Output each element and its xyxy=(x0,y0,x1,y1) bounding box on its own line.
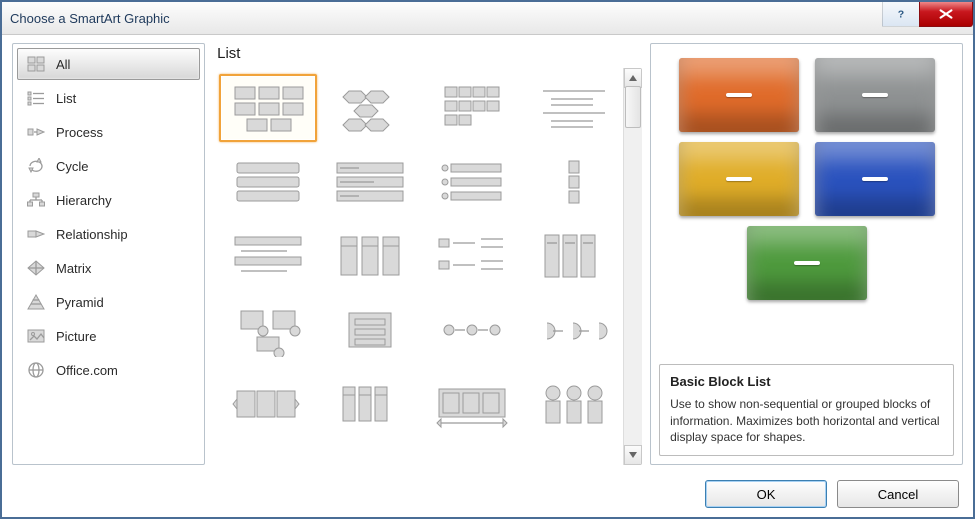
category-label: List xyxy=(56,91,76,106)
category-relationship[interactable]: Relationship xyxy=(17,218,200,250)
cancel-button[interactable]: Cancel xyxy=(837,480,959,508)
thumb-horizontal-bullet-list[interactable] xyxy=(219,222,317,290)
scroll-up-button[interactable] xyxy=(624,68,642,88)
gallery-scrollbar xyxy=(623,68,642,465)
category-label: Pyramid xyxy=(56,295,104,310)
dialog-body: All List Process Cycle xyxy=(2,35,973,517)
cycle-icon xyxy=(26,157,46,175)
preview-block-2 xyxy=(815,58,935,132)
ok-label: OK xyxy=(757,487,776,502)
window-buttons: ? xyxy=(883,2,973,26)
category-pyramid[interactable]: Pyramid xyxy=(17,286,200,318)
thumb-vertical-block-list[interactable] xyxy=(321,222,419,290)
help-button[interactable]: ? xyxy=(882,2,920,27)
category-sidebar: All List Process Cycle xyxy=(12,43,205,465)
thumb-grouped-list[interactable] xyxy=(219,370,317,438)
category-label: Picture xyxy=(56,329,96,344)
thumb-basic-block-list[interactable] xyxy=(219,74,317,142)
process-icon xyxy=(26,123,46,141)
scroll-thumb[interactable] xyxy=(625,86,641,128)
thumb-detailed-process[interactable] xyxy=(525,296,623,364)
preview-description: Use to show non-sequential or grouped bl… xyxy=(670,396,943,445)
office-icon xyxy=(26,361,46,379)
category-list[interactable]: List xyxy=(17,82,200,114)
thumb-tab-list[interactable] xyxy=(423,148,521,216)
thumb-vertical-bracket-list[interactable] xyxy=(423,222,521,290)
preview-block-3 xyxy=(679,142,799,216)
thumb-pie-process[interactable] xyxy=(423,296,521,364)
preview-art xyxy=(659,52,954,306)
picture-icon xyxy=(26,327,46,345)
gallery xyxy=(213,68,623,465)
thumb-lined-list[interactable] xyxy=(525,74,623,142)
close-button[interactable] xyxy=(919,2,973,27)
category-matrix[interactable]: Matrix xyxy=(17,252,200,284)
category-label: Relationship xyxy=(56,227,128,242)
preview-block-5 xyxy=(747,226,867,300)
dialog-footer: OK Cancel xyxy=(2,471,973,517)
category-all[interactable]: All xyxy=(17,48,200,80)
pyramid-icon xyxy=(26,293,46,311)
thumb-alternating-hexagons[interactable] xyxy=(321,74,419,142)
category-label: All xyxy=(56,57,70,72)
category-label: Process xyxy=(56,125,103,140)
scroll-down-button[interactable] xyxy=(624,445,642,465)
smartart-dialog: Choose a SmartArt Graphic ? All xyxy=(0,0,975,519)
preview-panel: Basic Block List Use to show non-sequent… xyxy=(650,43,963,465)
category-process[interactable]: Process xyxy=(17,116,200,148)
thumb-square-accent-list[interactable] xyxy=(525,148,623,216)
preview-block-1 xyxy=(679,58,799,132)
relationship-icon xyxy=(26,225,46,243)
matrix-icon xyxy=(26,259,46,277)
category-label: Office.com xyxy=(56,363,118,378)
scroll-track[interactable] xyxy=(624,86,642,447)
category-office[interactable]: Office.com xyxy=(17,354,200,386)
preview-description-box: Basic Block List Use to show non-sequent… xyxy=(659,364,954,456)
thumb-picture-caption-list[interactable] xyxy=(423,74,521,142)
thumb-vertical-circle-list[interactable] xyxy=(525,370,623,438)
category-label: Matrix xyxy=(56,261,91,276)
thumb-continuous-picture-list[interactable] xyxy=(423,370,521,438)
category-hierarchy[interactable]: Hierarchy xyxy=(17,184,200,216)
ok-button[interactable]: OK xyxy=(705,480,827,508)
preview-title: Basic Block List xyxy=(670,373,943,391)
window-title: Choose a SmartArt Graphic xyxy=(10,11,170,26)
category-cycle[interactable]: Cycle xyxy=(17,150,200,182)
all-icon xyxy=(26,55,46,73)
gallery-box xyxy=(213,68,642,465)
hierarchy-icon xyxy=(26,191,46,209)
gallery-panel: List xyxy=(213,43,642,465)
svg-text:?: ? xyxy=(898,9,904,21)
gallery-heading: List xyxy=(213,43,642,68)
thumb-vertical-picture-list[interactable] xyxy=(525,222,623,290)
thumb-stacked-list[interactable] xyxy=(219,296,317,364)
category-label: Hierarchy xyxy=(56,193,112,208)
thumb-increasing-circle-process[interactable] xyxy=(321,296,419,364)
thumb-varying-width-list[interactable] xyxy=(321,148,419,216)
thumb-horizontal-picture-list[interactable] xyxy=(321,370,419,438)
list-icon xyxy=(26,89,46,107)
category-label: Cycle xyxy=(56,159,89,174)
cancel-label: Cancel xyxy=(878,487,918,502)
titlebar: Choose a SmartArt Graphic ? xyxy=(2,2,973,35)
thumb-vertical-box-list[interactable] xyxy=(219,148,317,216)
category-picture[interactable]: Picture xyxy=(17,320,200,352)
preview-block-4 xyxy=(815,142,935,216)
